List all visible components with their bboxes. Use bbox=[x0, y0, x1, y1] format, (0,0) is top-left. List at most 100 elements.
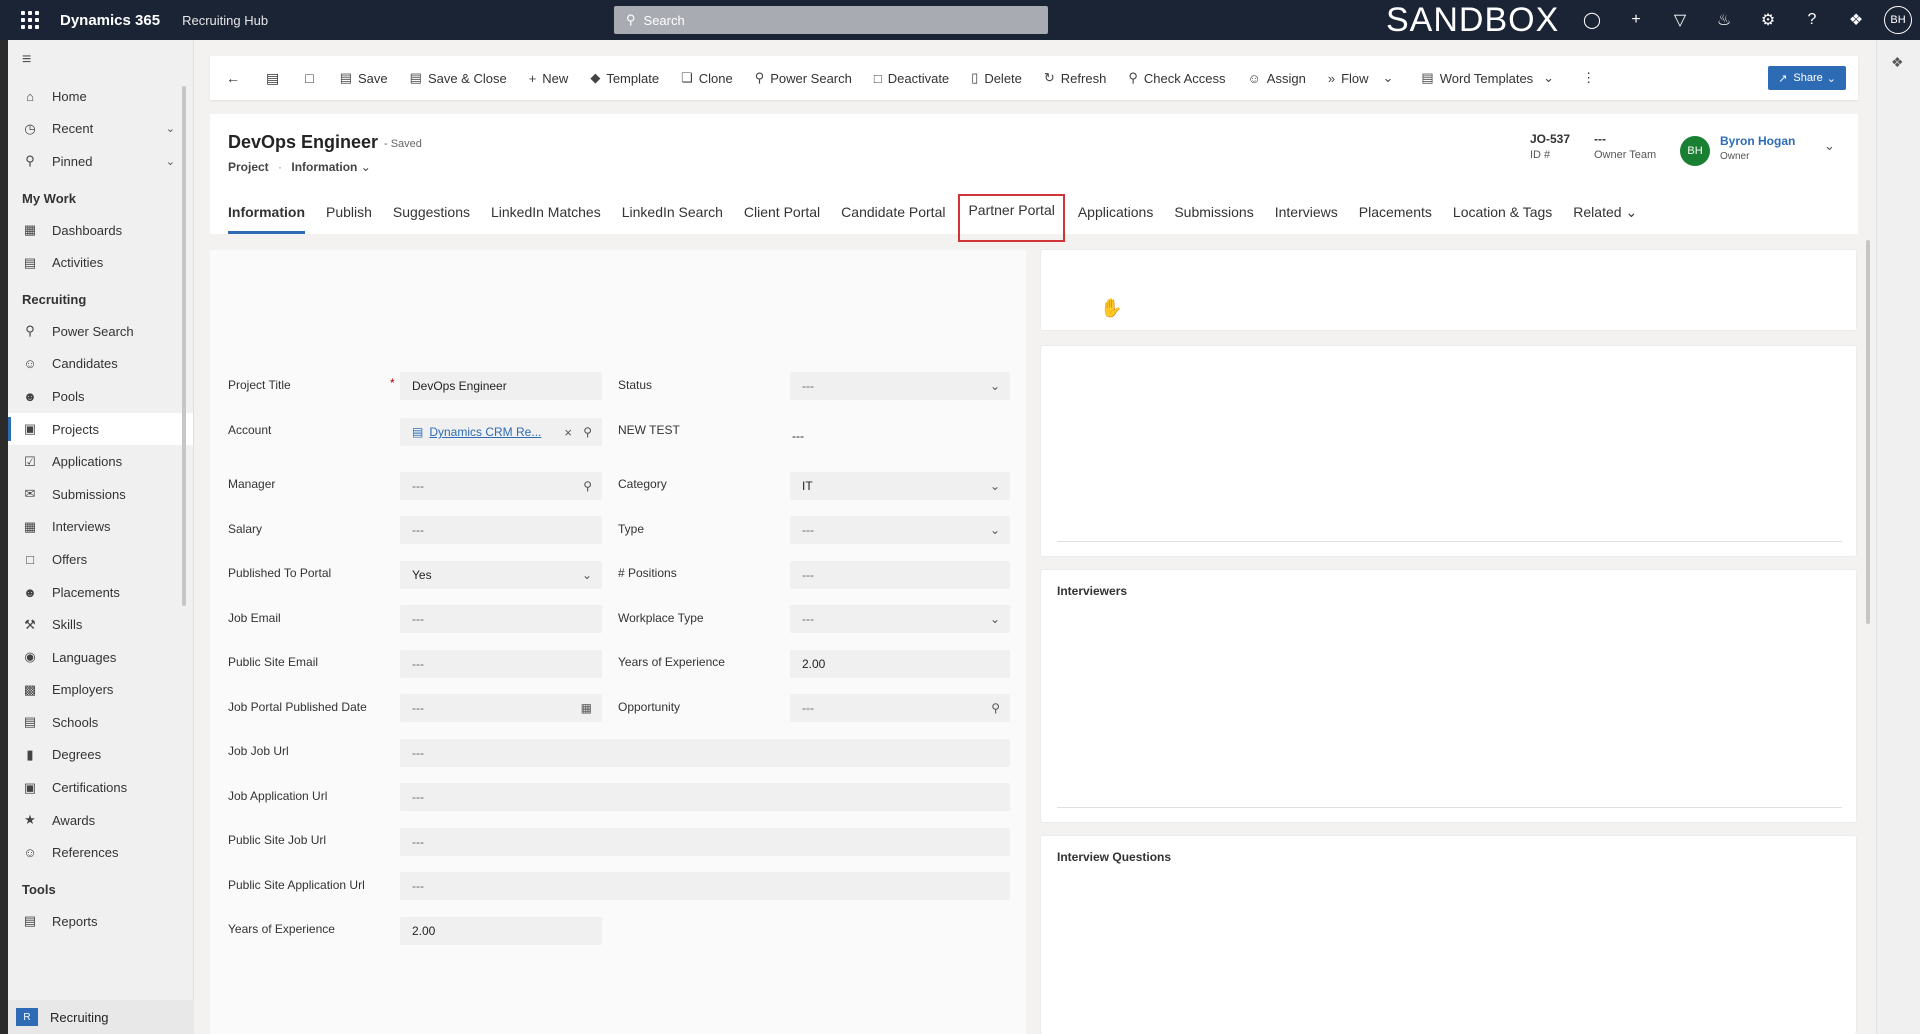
power-search-button[interactable]: ⚲ Power Search bbox=[755, 70, 852, 86]
sidebar-item-languages[interactable]: ◉ Languages bbox=[8, 641, 193, 674]
sidebar-item-applications[interactable]: ☑ Applications bbox=[8, 445, 193, 478]
positions-input[interactable]: --- bbox=[790, 561, 1010, 589]
form-selector[interactable]: Information bbox=[291, 160, 357, 174]
delete-button[interactable]: ▯ Delete bbox=[971, 70, 1022, 86]
tab-applications[interactable]: Applications bbox=[1078, 202, 1154, 234]
public-site-job-url-input[interactable]: --- bbox=[400, 828, 1010, 856]
user-avatar[interactable]: BH bbox=[1884, 6, 1912, 34]
clear-icon[interactable]: × bbox=[564, 425, 572, 440]
sidebar-item-power-search[interactable]: ⚲ Power Search bbox=[8, 315, 193, 348]
bell-icon[interactable]: ♨ bbox=[1702, 10, 1746, 30]
sidebar-item-candidates[interactable]: ☺ Candidates bbox=[8, 348, 193, 381]
sidebar-item-home[interactable]: ⌂ Home bbox=[8, 80, 193, 113]
clone-button[interactable]: ❏ Clone bbox=[681, 70, 733, 86]
sidebar-item-degrees[interactable]: ▮ Degrees bbox=[8, 739, 193, 772]
tab-location-tags[interactable]: Location & Tags bbox=[1453, 202, 1552, 234]
tab-publish[interactable]: Publish bbox=[326, 202, 372, 234]
sidebar-item-dashboards[interactable]: ▦ Dashboards bbox=[8, 214, 193, 247]
assign-button[interactable]: ☺ Assign bbox=[1248, 71, 1306, 86]
sidebar-item-projects[interactable]: ▣ Projects bbox=[8, 412, 193, 446]
tab-linkedin-search[interactable]: LinkedIn Search bbox=[622, 202, 723, 234]
salary-input[interactable]: --- bbox=[400, 516, 602, 544]
tab-placements[interactable]: Placements bbox=[1359, 202, 1432, 234]
more-commands-icon[interactable]: ⋮ bbox=[1582, 70, 1595, 86]
account-link[interactable]: Dynamics CRM Re... bbox=[429, 425, 541, 439]
sidebar-item-references[interactable]: ☺ References bbox=[8, 836, 193, 869]
app-name[interactable]: Recruiting Hub bbox=[182, 13, 268, 28]
search-icon[interactable]: ⚲ bbox=[583, 425, 592, 439]
sidebar-item-employers[interactable]: ▩ Employers bbox=[8, 674, 193, 707]
plus-icon[interactable]: + bbox=[1614, 11, 1658, 29]
copilot-icon[interactable]: ❖ bbox=[1834, 10, 1878, 30]
sidebar-item-reports[interactable]: ▤ Reports bbox=[8, 905, 193, 938]
sidebar-scrollbar[interactable] bbox=[182, 86, 186, 606]
tab-linkedin-matches[interactable]: LinkedIn Matches bbox=[491, 202, 601, 234]
word-templates-button[interactable]: ▤ Word Templates ⌄ bbox=[1421, 70, 1560, 86]
search-icon[interactable]: ⚲ bbox=[991, 701, 1000, 715]
back-arrow-icon[interactable]: ← bbox=[226, 70, 240, 86]
chevron-down-icon[interactable]: ⌄ bbox=[166, 155, 175, 168]
sidebar-item-skills[interactable]: ⚒ Skills bbox=[8, 608, 193, 641]
lightbulb-icon[interactable]: ◯ bbox=[1570, 10, 1614, 30]
sidebar-item-submissions[interactable]: ✉ Submissions bbox=[8, 478, 193, 511]
new-button[interactable]: + New bbox=[529, 71, 569, 86]
public-site-application-url-input[interactable]: --- bbox=[400, 872, 1010, 900]
sidebar-item-placements[interactable]: ☻ Placements bbox=[8, 576, 193, 609]
project-title-input[interactable]: DevOps Engineer bbox=[400, 372, 602, 400]
gear-icon[interactable]: ⚙ bbox=[1746, 10, 1790, 30]
chevron-down-icon[interactable]: ⌄ bbox=[166, 122, 175, 135]
global-search-input[interactable]: ⚲ Search bbox=[614, 6, 1048, 34]
job-application-url-input[interactable]: --- bbox=[400, 783, 1010, 811]
calendar-icon[interactable]: ▦ bbox=[581, 701, 592, 715]
account-lookup[interactable]: ▤ Dynamics CRM Re... × ⚲ bbox=[400, 418, 602, 446]
template-button[interactable]: ◆ Template bbox=[590, 70, 659, 86]
deactivate-button[interactable]: □ Deactivate bbox=[874, 71, 949, 86]
tab-related[interactable]: Related ⌄ bbox=[1573, 202, 1637, 234]
years-of-experience-input[interactable]: 2.00 bbox=[400, 917, 602, 945]
tab-candidate-portal[interactable]: Candidate Portal bbox=[841, 202, 945, 234]
app-launcher-icon[interactable] bbox=[0, 0, 60, 40]
status-select[interactable]: --- ⌄ bbox=[790, 372, 1010, 400]
sidebar-item-schools[interactable]: ▤ Schools bbox=[8, 706, 193, 739]
account-tag[interactable]: ▤ Dynamics CRM Re... bbox=[412, 425, 541, 439]
sidebar-item-activities[interactable]: ▤ Activities bbox=[8, 246, 193, 279]
owner-avatar[interactable]: BH bbox=[1680, 136, 1710, 166]
area-switcher[interactable]: R Recruiting bbox=[8, 1000, 194, 1034]
sidebar-item-awards[interactable]: ★ Awards bbox=[8, 804, 193, 837]
owner-name-link[interactable]: Byron Hogan bbox=[1720, 134, 1795, 148]
chevron-down-icon[interactable]: ⌄ bbox=[361, 160, 371, 174]
sidebar-item-pools[interactable]: ☻ Pools bbox=[8, 380, 193, 413]
search-icon[interactable]: ⚲ bbox=[583, 479, 592, 493]
published-to-portal-select[interactable]: Yes ⌄ bbox=[400, 561, 602, 589]
share-button[interactable]: ↗ Share ⌄ bbox=[1768, 66, 1846, 90]
job-portal-published-date-input[interactable]: --- ▦ bbox=[400, 694, 602, 722]
brand-name[interactable]: Dynamics 365 bbox=[60, 12, 160, 29]
job-url-input[interactable]: --- bbox=[400, 739, 1010, 767]
flow-button[interactable]: » Flow ⌄ bbox=[1328, 70, 1400, 86]
sidebar-item-interviews[interactable]: ▦ Interviews bbox=[8, 511, 193, 544]
form-icon[interactable]: ▤ bbox=[266, 70, 279, 87]
tab-submissions[interactable]: Submissions bbox=[1174, 202, 1253, 234]
copilot-icon[interactable]: ❖ bbox=[1891, 54, 1904, 71]
filter-icon[interactable]: ▽ bbox=[1658, 10, 1702, 30]
opportunity-lookup[interactable]: --- ⚲ bbox=[790, 694, 1010, 722]
public-site-email-input[interactable]: --- bbox=[400, 650, 602, 678]
refresh-button[interactable]: ↻ Refresh bbox=[1044, 70, 1106, 86]
chevron-down-icon[interactable]: ⌄ bbox=[1824, 138, 1835, 154]
category-select[interactable]: IT ⌄ bbox=[790, 472, 1010, 500]
type-select[interactable]: --- ⌄ bbox=[790, 516, 1010, 544]
save-button[interactable]: ▤ Save bbox=[340, 70, 388, 86]
years-of-experience-2-input[interactable]: 2.00 bbox=[790, 650, 1010, 678]
hamburger-icon[interactable]: ≡ bbox=[8, 40, 193, 80]
manager-lookup[interactable]: --- ⚲ bbox=[400, 472, 602, 500]
check-access-button[interactable]: ⚲ Check Access bbox=[1128, 70, 1225, 86]
workplace-type-select[interactable]: --- ⌄ bbox=[790, 605, 1010, 633]
sidebar-item-recent[interactable]: ◷ Recent ⌄ bbox=[8, 113, 193, 146]
tab-information[interactable]: Information bbox=[228, 202, 305, 234]
sidebar-item-certifications[interactable]: ▣ Certifications bbox=[8, 771, 193, 804]
sidebar-item-pinned[interactable]: ⚲ Pinned ⌄ bbox=[8, 145, 193, 178]
job-email-input[interactable]: --- bbox=[400, 605, 602, 633]
sidebar-item-offers[interactable]: □ Offers bbox=[8, 543, 193, 576]
tab-interviews[interactable]: Interviews bbox=[1275, 202, 1338, 234]
popout-icon[interactable]: □ bbox=[305, 70, 313, 86]
